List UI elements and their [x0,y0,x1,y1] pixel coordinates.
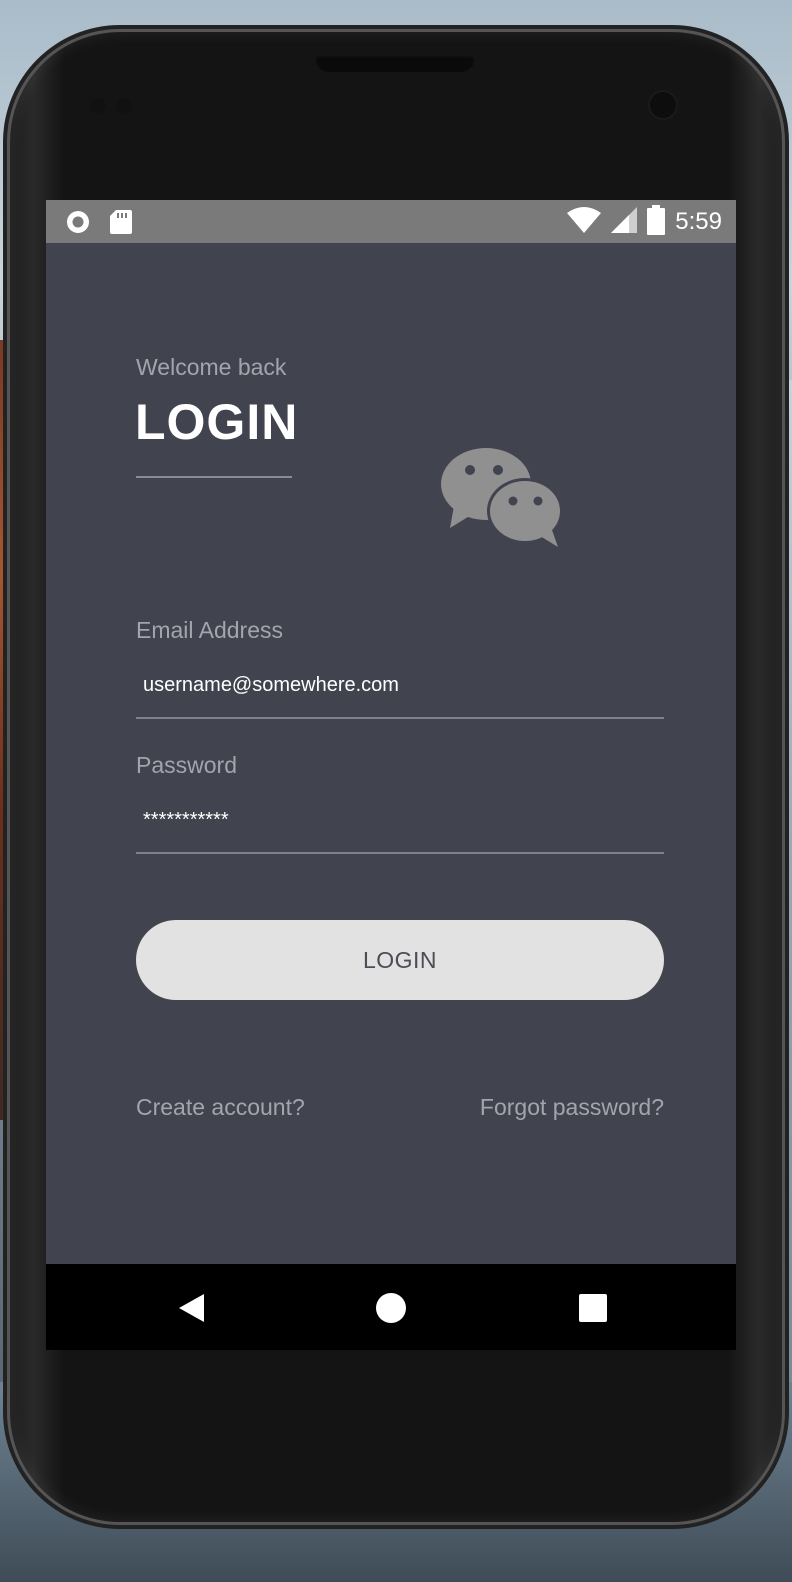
status-bar: 5:59 [46,200,736,243]
phone-screen: 5:59 Welcome back LOGIN Email Address Pa… [46,200,736,1350]
welcome-text: Welcome back [136,354,287,380]
password-field[interactable] [136,798,664,842]
login-screen: Welcome back LOGIN Email Address Passwor… [46,243,736,1264]
recents-icon[interactable] [576,1291,610,1325]
password-underline [136,852,664,854]
battery-icon [647,205,666,239]
forgot-password-link[interactable]: Forgot password? [480,1094,664,1121]
status-time: 5:59 [675,208,722,235]
phone-sensor [90,98,106,114]
email-field[interactable] [136,663,664,707]
login-button[interactable]: LOGIN [136,920,664,1000]
password-label: Password [136,752,237,778]
record-icon [66,210,90,238]
phone-sensor [116,98,132,114]
signal-icon [611,207,638,237]
navigation-bar [46,1264,736,1350]
email-underline [136,717,664,719]
title-divider [136,476,292,478]
email-label: Email Address [136,617,284,643]
status-right-group: 5:59 [567,205,722,239]
phone-speaker [315,54,475,72]
back-icon[interactable] [174,1291,208,1325]
chat-bubbles-icon [440,448,564,548]
page-title: LOGIN [135,394,299,450]
sd-card-icon [110,210,132,238]
phone-camera [650,92,676,118]
home-icon[interactable] [374,1291,408,1325]
wifi-icon [567,207,602,237]
create-account-link[interactable]: Create account? [136,1094,305,1121]
